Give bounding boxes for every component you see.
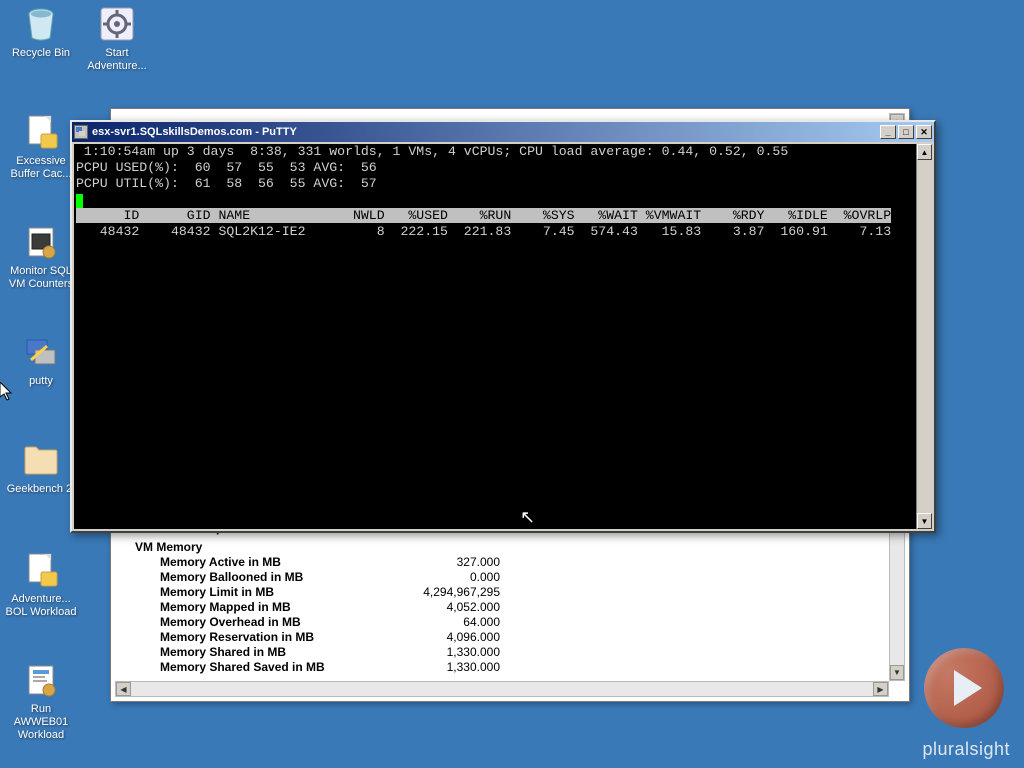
- putty-window[interactable]: esx-svr1.SQLskillsDemos.com - PuTTY _ □ …: [70, 120, 936, 533]
- desktop-icon-label: Geekbench 2.: [7, 483, 76, 496]
- scroll-up-icon[interactable]: ▲: [917, 144, 932, 160]
- terminal-line: PCPU UTIL(%): 61 58 56 55 AVG: 57: [76, 176, 377, 191]
- desktop-icon-start-adventure[interactable]: Start Adventure...: [80, 4, 154, 73]
- play-icon: [954, 670, 982, 706]
- metric-value: 4,294,967,295: [410, 585, 500, 600]
- desktop-icon-label: Excessive Buffer Cac...: [4, 155, 78, 181]
- horizontal-scrollbar[interactable]: ◀ ▶: [115, 681, 889, 697]
- scroll-down-icon[interactable]: ▼: [917, 513, 932, 529]
- metric-value: 4,052.000: [410, 600, 500, 615]
- metric-name: Memory Shared in MB: [135, 645, 410, 660]
- desktop-icon-adventure-bol[interactable]: Adventure... BOL Workload: [4, 550, 78, 619]
- brand-label: pluralsight: [922, 739, 1010, 760]
- metric-value: 327.000: [410, 555, 500, 570]
- desktop-icon-label: Recycle Bin: [12, 47, 70, 60]
- desktop-icon-geekbench[interactable]: Geekbench 2.: [4, 440, 78, 496]
- scroll-left-icon[interactable]: ◀: [116, 682, 131, 696]
- desktop-icon-putty[interactable]: putty: [4, 332, 78, 388]
- terminal-scrollbar[interactable]: ▲ ▼: [916, 144, 932, 529]
- metric-name: Memory Shared Saved in MB: [135, 660, 410, 675]
- desktop-icon-monitor-sql[interactable]: Monitor SQL VM Counters: [4, 222, 78, 291]
- metric-value: 1,330.000: [410, 645, 500, 660]
- terminal-cursor: [76, 194, 83, 208]
- metrics-list: Batch Requests/sec325.348 VM Memory Memo…: [135, 521, 885, 675]
- metric-value: 64.000: [410, 615, 500, 630]
- desktop-icon-label: Start Adventure...: [80, 47, 154, 73]
- minimize-button[interactable]: _: [880, 125, 896, 139]
- metric-name: Memory Mapped in MB: [135, 600, 410, 615]
- metric-name: Memory Overhead in MB: [135, 615, 410, 630]
- gear-icon: [97, 4, 137, 44]
- desktop-icon-label: putty: [29, 375, 53, 388]
- metric-value: 1,330.000: [410, 660, 500, 675]
- metric-value: 4,096.000: [410, 630, 500, 645]
- scroll-down-icon[interactable]: ▼: [890, 665, 904, 680]
- metrics-section: VM Memory: [135, 540, 885, 554]
- putty-titlebar[interactable]: esx-svr1.SQLskillsDemos.com - PuTTY _ □ …: [72, 122, 934, 142]
- metric-name: Memory Reservation in MB: [135, 630, 410, 645]
- batch-file-icon: [21, 222, 61, 262]
- window-title: esx-svr1.SQLskillsDemos.com - PuTTY: [92, 126, 880, 138]
- terminal-line: PCPU USED(%): 60 57 55 53 AVG: 56: [76, 160, 377, 175]
- play-button[interactable]: [924, 648, 1004, 728]
- putty-app-icon: [74, 125, 88, 139]
- batch-file-icon: [21, 660, 61, 700]
- sql-file-icon: [21, 550, 61, 590]
- terminal-line: 1:10:54am up 3 days 8:38, 331 worlds, 1 …: [76, 144, 788, 159]
- metric-name: Memory Active in MB: [135, 555, 410, 570]
- folder-icon: [21, 440, 61, 480]
- desktop-icon-label: Run AWWEB01 Workload: [4, 703, 78, 742]
- maximize-button[interactable]: □: [898, 125, 914, 139]
- putty-icon: [21, 332, 61, 372]
- metric-name: Memory Ballooned in MB: [135, 570, 410, 585]
- terminal-data-row: 48432 48432 SQL2K12-IE2 8 222.15 221.83 …: [76, 224, 891, 239]
- scroll-right-icon[interactable]: ▶: [873, 682, 888, 696]
- desktop-icon-label: Adventure... BOL Workload: [4, 593, 78, 619]
- metric-value: 0.000: [410, 570, 500, 585]
- terminal-header-row: ID GID NAME NWLD %USED %RUN %SYS %WAIT %…: [76, 208, 891, 223]
- desktop-icon-run-awweb[interactable]: Run AWWEB01 Workload: [4, 660, 78, 742]
- terminal-output[interactable]: 1:10:54am up 3 days 8:38, 331 worlds, 1 …: [74, 144, 916, 529]
- sql-file-icon: [21, 112, 61, 152]
- close-button[interactable]: ✕: [916, 125, 932, 139]
- metric-name: Memory Limit in MB: [135, 585, 410, 600]
- desktop-icon-recycle-bin[interactable]: Recycle Bin: [4, 4, 78, 60]
- recycle-bin-icon: [21, 4, 61, 44]
- desktop-icon-label: Monitor SQL VM Counters: [4, 265, 78, 291]
- desktop-icon-excessive-buffer[interactable]: Excessive Buffer Cac...: [4, 112, 78, 181]
